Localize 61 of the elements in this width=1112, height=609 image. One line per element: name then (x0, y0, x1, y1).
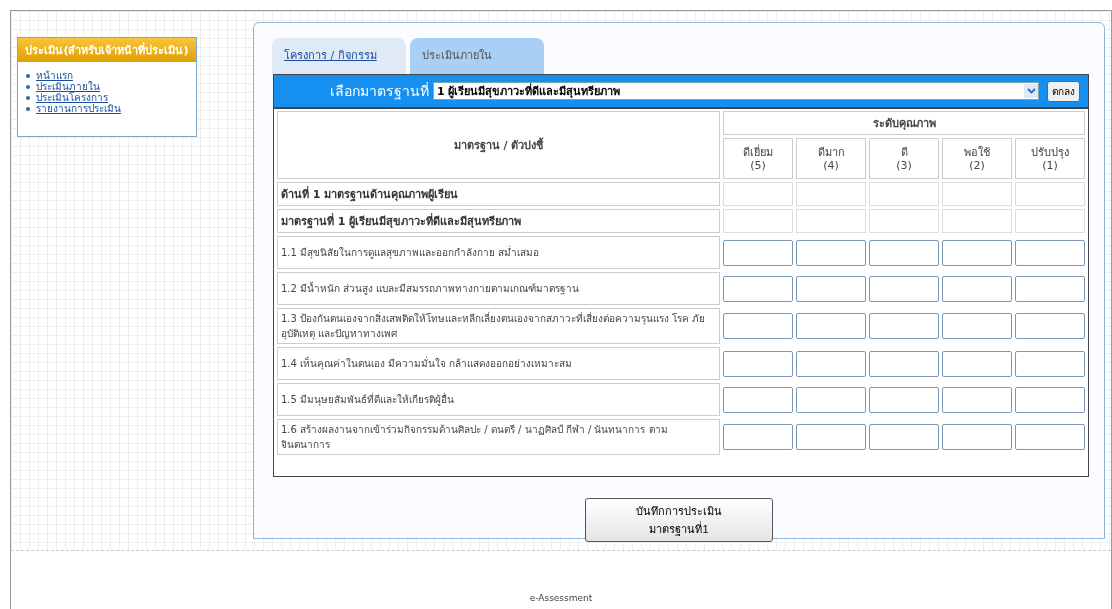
standard-dropdown[interactable]: 1 ผู้เรียนมีสุขภาวะที่ดีและมีสุนทรียภาพ (433, 82, 1039, 100)
score-input[interactable] (942, 386, 1012, 413)
level-header: พอใช้ (2) (942, 138, 1012, 179)
score-input[interactable] (723, 275, 793, 302)
score-input[interactable] (942, 275, 1012, 302)
bullet-icon (26, 106, 30, 111)
score-input[interactable] (869, 386, 939, 413)
score-input[interactable] (869, 275, 939, 302)
table-cell: 1.6 สร้างผลงานจากเข้าร่วมกิจกรรมด้านศิลปะ / ดนตรี / นาฏศิลป์ กีฬา / นันทนาการ ตามจินตนาการ (277, 419, 720, 455)
score-input[interactable] (869, 350, 939, 377)
score-input[interactable] (723, 424, 793, 450)
score-input[interactable] (869, 239, 939, 266)
sidebar-title: ประเมิน(สำหรับเจ้าหน้าที่ประเมิน) (18, 38, 196, 62)
score-input[interactable] (796, 275, 866, 302)
save-button[interactable]: บันทึกการประเมินมาตรฐานที่1 (585, 498, 773, 542)
table-cell: 1.1 มีสุขนิสัยในการดูแลสุขภาพและออกกำลังกาย สม่ำเสมอ (277, 236, 720, 269)
score-input[interactable] (796, 313, 866, 339)
score-input[interactable] (796, 424, 866, 450)
tab[interactable]: โครงการ / กิจกรรม (272, 38, 406, 74)
bullet-icon (26, 95, 30, 100)
table-header: ระดับคุณภาพ (723, 111, 1085, 135)
score-input[interactable] (723, 239, 793, 266)
footer-text: e-Assessment (529, 593, 593, 603)
score-input[interactable] (1015, 275, 1085, 302)
sidebar-link[interactable]: ประเมินภายใน (36, 81, 100, 92)
bullet-icon (26, 84, 30, 89)
ok-button[interactable]: ตกลง (1047, 80, 1080, 102)
level-header: ดีเยี่ยม (5) (723, 138, 793, 179)
table-cell: 1.3 ป้องกันตนเองจากสิ่งเสพติดให้โทษและหลีกเลี่ยงตนเองจากสภาวะที่เสี่ยงต่อความรุนแรง โรค ภัย อุบัติเหตุ และปัญหาทางเพศ (277, 308, 720, 344)
table-cell: 1.4 เห็นคุณค่าในตนเอง มีความมั่นใจ กล้าแสดงออกอย่างเหมาะสม (277, 347, 720, 380)
score-input[interactable] (942, 239, 1012, 266)
table-cell: 1.5 มีมนุษยสัมพันธ์ที่ดีและให้เกียรติผู้อื่น (277, 383, 720, 416)
score-input[interactable] (1015, 386, 1085, 413)
score-input[interactable] (942, 424, 1012, 450)
sidebar-link[interactable]: ประเมินโครงการ (36, 92, 108, 103)
tab[interactable]: ประเมินภายใน (410, 38, 544, 74)
score-input[interactable] (1015, 313, 1085, 339)
level-header: ดี (3) (869, 138, 939, 179)
sidebar-link[interactable]: หน้าแรก (36, 70, 73, 81)
score-input[interactable] (796, 350, 866, 377)
score-input[interactable] (869, 424, 939, 450)
sidebar-link[interactable]: รายงานการประเมิน (36, 103, 121, 114)
score-input[interactable] (723, 350, 793, 377)
table-cell: มาตรฐานที่ 1 ผู้เรียนมีสุขภาวะที่ดีและมีสุนทรียภาพ (277, 209, 720, 233)
score-input[interactable] (869, 313, 939, 339)
table-header: มาตรฐาน / ตัวบ่งชี้ (277, 111, 720, 179)
selector-label: เลือกมาตรฐานที่ (330, 81, 429, 102)
score-input[interactable] (723, 386, 793, 413)
score-input[interactable] (1015, 350, 1085, 377)
level-header: ดีมาก (4) (796, 138, 866, 179)
level-header: ปรับปรุง (1) (1015, 138, 1085, 179)
table-cell: 1.2 มีน้ำหนัก ส่วนสูง แบละมีสมรรถภาพทางกายตามเกณฑ์มาตรฐาน (277, 272, 720, 305)
score-input[interactable] (796, 239, 866, 266)
bullet-icon (26, 73, 30, 78)
score-input[interactable] (796, 386, 866, 413)
score-input[interactable] (1015, 424, 1085, 450)
score-input[interactable] (723, 313, 793, 339)
table-cell: ด้านที่ 1 มาตรฐานด้านคุณภาพผู้เรียน (277, 182, 720, 206)
score-input[interactable] (942, 350, 1012, 377)
score-input[interactable] (1015, 239, 1085, 266)
score-input[interactable] (942, 313, 1012, 339)
